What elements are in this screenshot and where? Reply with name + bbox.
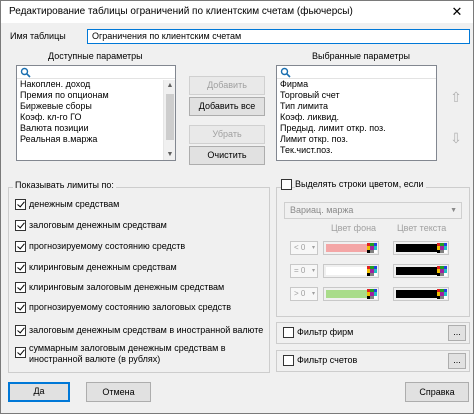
limit-checkbox-label: прогнозируемому состоянию залоговых сред… [29, 302, 232, 312]
color-swatch [326, 244, 367, 252]
selected-search[interactable] [277, 66, 436, 79]
highlight-checkbox[interactable] [281, 179, 292, 190]
limit-checkbox-label: залоговым денежным средствам в иностранн… [29, 325, 264, 335]
limit-checkbox-label: клиринговым залоговым денежным средствам [29, 282, 225, 292]
limit-checkbox-2[interactable] [15, 241, 26, 252]
clear-button[interactable]: Очистить [189, 146, 265, 165]
close-icon[interactable]: ✕ [441, 1, 473, 23]
operator-value: > 0 [294, 289, 306, 298]
list-item[interactable]: Лимит откр. поз. [277, 134, 436, 145]
firm-filter-checkbox[interactable] [283, 327, 294, 338]
add-all-button[interactable]: Добавить все [189, 97, 265, 116]
list-item[interactable]: Биржевые сборы [17, 101, 175, 112]
limit-checkbox-3[interactable] [15, 262, 26, 273]
highlight-checkbox-label: Выделять строки цветом, если [295, 179, 426, 190]
palette-icon [437, 266, 447, 276]
available-params-header: Доступные параметры [48, 51, 143, 61]
list-item[interactable]: Валюта позиции [17, 123, 175, 134]
account-filter-more-button[interactable]: ... [448, 353, 466, 369]
account-filter-label: Фильтр счетов [297, 355, 358, 365]
list-item[interactable]: Премия по опционам [17, 90, 175, 101]
selected-params-list[interactable]: Фирма Торговый счет Тип лимита Коэф. ликвид… [276, 65, 437, 161]
bg-color-picker[interactable] [323, 264, 379, 278]
remove-button[interactable]: Убрать [189, 125, 265, 144]
operator-select[interactable]: < 0 ▾ [290, 241, 318, 255]
list-item[interactable]: Коэф. кл-го ГО [17, 112, 175, 123]
color-swatch [326, 290, 367, 298]
limits-header: Показывать лимиты по: [13, 180, 116, 190]
scroll-thumb[interactable] [166, 94, 174, 140]
palette-icon [437, 289, 447, 299]
text-color-picker[interactable] [393, 287, 449, 301]
list-item[interactable]: Коэф. ликвид. [277, 112, 436, 123]
available-scrollbar[interactable]: ▲ ▼ [163, 80, 175, 160]
title-bar: Редактирование таблицы ограничений по кл… [1, 1, 473, 23]
color-swatch [326, 267, 367, 275]
bg-color-picker[interactable] [323, 287, 379, 301]
palette-icon [437, 243, 447, 253]
chevron-down-icon: ▼ [450, 207, 457, 214]
available-params-list[interactable]: Накоплен. доход Премия по опционам Биржевы… [16, 65, 176, 161]
highlight-column-select[interactable]: Вариац. маржа ▼ [284, 202, 462, 219]
search-icon [280, 67, 291, 78]
chevron-down-icon: ▾ [311, 291, 315, 297]
available-search[interactable] [17, 66, 175, 79]
palette-icon [367, 243, 377, 253]
text-color-picker[interactable] [393, 264, 449, 278]
palette-icon [367, 289, 377, 299]
firm-filter-label: Фильтр фирм [297, 327, 354, 337]
list-item[interactable]: Предыд. лимит откр. поз. [277, 123, 436, 134]
ok-button[interactable]: Да [8, 382, 70, 402]
color-swatch [396, 244, 437, 252]
search-icon [20, 67, 31, 78]
palette-icon [367, 266, 377, 276]
window-title: Редактирование таблицы ограничений по кл… [9, 6, 353, 17]
limit-checkbox-label: суммарным залоговым денежным средствам в… [29, 343, 226, 364]
available-items: Накоплен. доход Премия по опционам Биржевы… [17, 79, 175, 145]
operator-select[interactable]: > 0 ▾ [290, 287, 318, 301]
table-name-label: Имя таблицы [10, 31, 66, 41]
scroll-up-icon[interactable]: ▲ [164, 80, 175, 92]
list-item[interactable]: Накоплен. доход [17, 79, 175, 90]
chevron-down-icon: ▾ [311, 268, 315, 274]
limit-checkbox-label: прогнозируемому состоянию средств [29, 241, 186, 251]
operator-value: = 0 [294, 266, 306, 275]
account-filter-checkbox[interactable] [283, 355, 294, 366]
limit-checkbox-label: залоговым денежным средствам [29, 220, 167, 230]
add-button[interactable]: Добавить [189, 76, 265, 95]
limit-checkbox-4[interactable] [15, 282, 26, 293]
scroll-down-icon[interactable]: ▼ [164, 149, 175, 160]
firm-filter-more-button[interactable]: ... [448, 325, 466, 341]
bg-color-picker[interactable] [323, 241, 379, 255]
color-swatch [396, 290, 437, 298]
limit-checkbox-5[interactable] [15, 302, 26, 313]
limit-checkbox-1[interactable] [15, 220, 26, 231]
limit-checkbox-0[interactable] [15, 199, 26, 210]
dialog-window: Редактирование таблицы ограничений по кл… [0, 0, 474, 414]
list-item[interactable]: Фирма [277, 79, 436, 90]
text-color-header: Цвет текста [397, 223, 447, 233]
limit-checkbox-7[interactable] [15, 347, 26, 358]
operator-select[interactable]: = 0 ▾ [290, 264, 318, 278]
move-up-icon[interactable]: ⇧ [447, 87, 465, 107]
chevron-down-icon: ▾ [311, 245, 315, 251]
limit-checkbox-6[interactable] [15, 325, 26, 336]
selected-items: Фирма Торговый счет Тип лимита Коэф. ликвид… [277, 79, 436, 156]
list-item[interactable]: Реальная в.маржа [17, 134, 175, 145]
list-item[interactable]: Тип лимита [277, 101, 436, 112]
cancel-button[interactable]: Отмена [86, 382, 151, 402]
help-button[interactable]: Справка [405, 382, 469, 402]
limit-checkbox-label: денежным средствам [29, 199, 120, 209]
bg-color-header: Цвет фона [331, 223, 377, 233]
move-down-icon[interactable]: ⇩ [447, 128, 465, 148]
list-item[interactable]: Тек.чист.поз. [277, 145, 436, 156]
list-item[interactable]: Торговый счет [277, 90, 436, 101]
operator-value: < 0 [294, 243, 306, 252]
highlight-column-value: Вариац. маржа [290, 205, 354, 215]
text-color-picker[interactable] [393, 241, 449, 255]
limit-checkbox-label: клиринговым денежным средствам [29, 262, 177, 272]
selected-params-header: Выбранные параметры [312, 51, 410, 61]
table-name-input[interactable]: Ограничения по клиентским счетам [87, 29, 470, 44]
color-swatch [396, 267, 437, 275]
